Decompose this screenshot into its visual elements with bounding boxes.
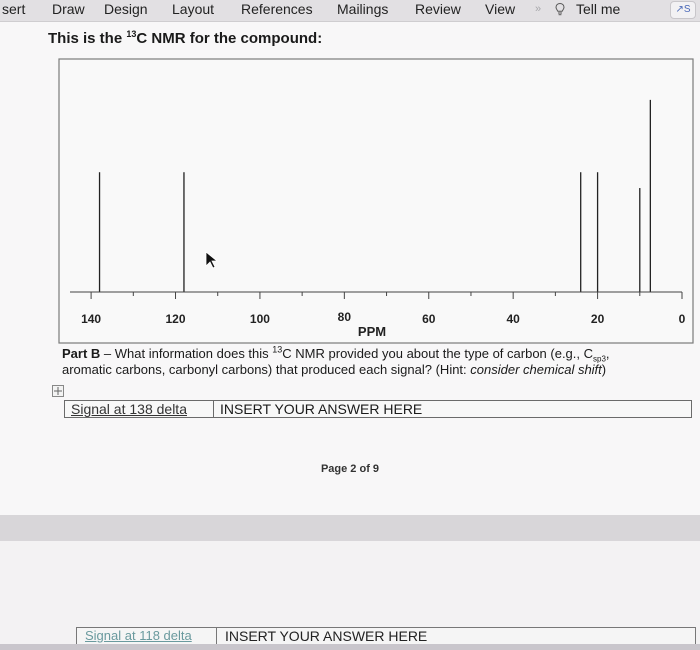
tab-view[interactable]: View <box>485 0 515 18</box>
table-move-handle[interactable] <box>52 385 64 397</box>
tab-layout[interactable]: Layout <box>172 0 214 18</box>
signal-138-label: Signal at 138 delta <box>65 401 214 417</box>
x-axis-label: PPM <box>358 324 386 339</box>
x-tick-label-20: 20 <box>591 312 605 326</box>
nmr-spectrum-chart[interactable]: 140 120 100 80 60 40 20 0 PPM <box>58 58 694 344</box>
more-tabs-chevron-icon[interactable]: » <box>535 0 541 18</box>
document-page-3: Signal at 118 delta INSERT YOUR ANSWER H… <box>0 541 700 650</box>
x-tick-label-140: 140 <box>81 312 101 326</box>
answer-field-138[interactable]: INSERT YOUR ANSWER HERE <box>214 401 691 417</box>
lightbulb-icon[interactable] <box>553 2 567 16</box>
share-button[interactable]: ↗S <box>670 1 696 19</box>
status-bar <box>0 644 700 650</box>
tab-insert[interactable]: sert <box>2 0 25 18</box>
x-tick-label-120: 120 <box>166 312 186 326</box>
document-page: This is the 13C NMR for the compound: 14… <box>0 22 700 515</box>
tab-review[interactable]: Review <box>415 0 461 18</box>
x-tick-label-100: 100 <box>250 312 270 326</box>
tab-draw[interactable]: Draw <box>52 0 85 18</box>
answer-table-row-118: Signal at 118 delta INSERT YOUR ANSWER H… <box>76 627 696 645</box>
part-b-question: Part B – What information does this 13C … <box>62 344 610 377</box>
x-tick-label-80: 80 <box>338 310 352 324</box>
tell-me-search[interactable]: Tell me <box>576 0 620 18</box>
x-tick-label-40: 40 <box>506 312 520 326</box>
tab-references[interactable]: References <box>241 0 313 18</box>
ribbon-toolbar: sert Draw Design Layout References Maili… <box>0 0 700 22</box>
tab-mailings[interactable]: Mailings <box>337 0 388 18</box>
move-cross-icon <box>54 387 62 395</box>
signal-118-label: Signal at 118 delta <box>77 628 217 644</box>
share-icon: ↗ <box>675 4 684 15</box>
spectrum-heading: This is the 13C NMR for the compound: <box>48 29 323 48</box>
answer-table-row-138: Signal at 138 delta INSERT YOUR ANSWER H… <box>64 400 692 418</box>
page-number: Page 2 of 9 <box>320 463 380 475</box>
x-tick-label-0: 0 <box>679 312 686 326</box>
tab-design[interactable]: Design <box>104 0 148 18</box>
page-separator <box>0 515 700 541</box>
answer-field-118[interactable]: INSERT YOUR ANSWER HERE <box>217 628 695 644</box>
x-tick-label-60: 60 <box>422 312 436 326</box>
